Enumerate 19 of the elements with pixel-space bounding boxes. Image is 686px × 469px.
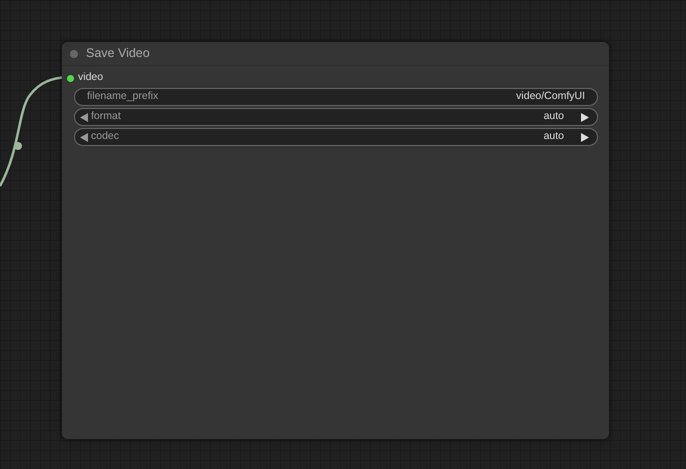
text-widget[interactable]: filename_prefix video/ComfyUI [74,88,598,106]
widget-value: auto [544,109,564,124]
widget-label: format [91,109,121,124]
widget-label: codec [91,129,120,144]
node-panel[interactable]: Save Video video filename_prefix video/ComfyUI format auto codec auto [62,42,609,439]
collapse-dot[interactable] [70,50,78,58]
widget-value: video/ComfyUI [516,89,585,104]
input-label: video [78,70,104,86]
left-arrow-icon[interactable] [80,112,88,122]
combo-widget[interactable]: format auto [74,108,598,126]
node-title: Save Video [86,45,150,62]
combo-widget[interactable]: codec auto [74,128,598,146]
widget-label: filename_prefix [87,89,158,104]
widget-value: auto [544,129,564,144]
input-slot-icon[interactable] [67,74,74,82]
right-arrow-icon[interactable] [581,132,589,142]
link-midpoint[interactable] [14,142,22,150]
right-arrow-icon[interactable] [581,112,589,122]
left-arrow-icon[interactable] [80,132,88,142]
